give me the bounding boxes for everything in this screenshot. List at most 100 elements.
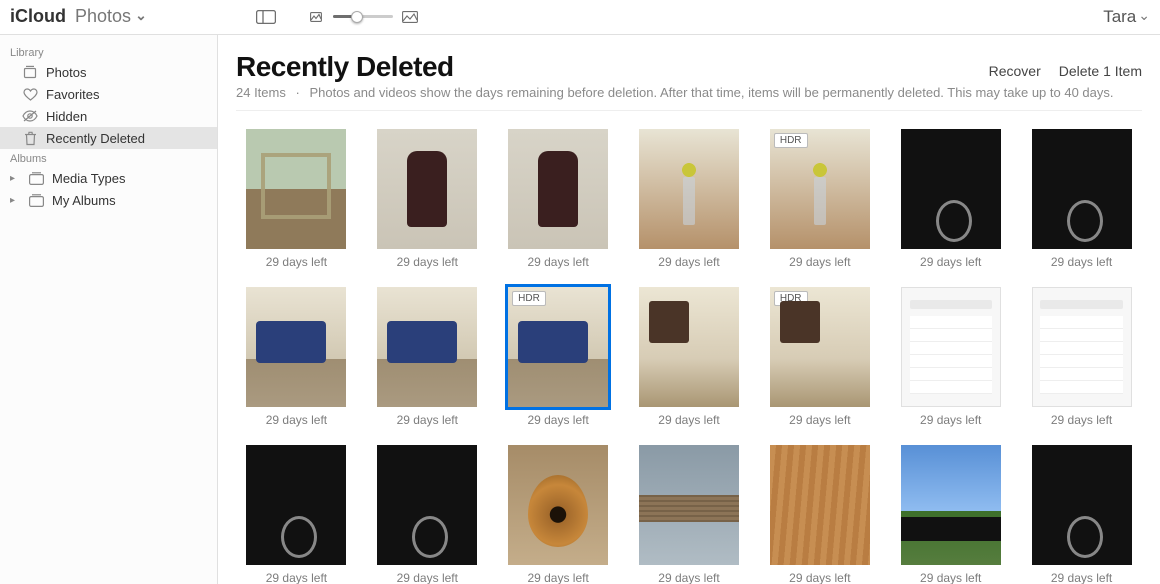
photo-cell: 29 days left [246,287,347,427]
photo-thumbnail[interactable] [246,445,346,565]
photo-thumbnail[interactable] [1032,129,1132,249]
disclosure-triangle-icon[interactable]: ▸ [10,173,20,184]
sidebar-item-label: My Albums [52,193,116,208]
delete-button[interactable]: Delete 1 Item [1059,63,1142,79]
photo-stack-icon [22,64,38,80]
sidebar-item-label: Hidden [46,109,87,124]
app-title-menu[interactable]: iCloud Photos [10,6,147,27]
sidebar-item-photos[interactable]: Photos [0,61,217,83]
photo-thumbnail[interactable] [508,445,608,565]
days-left-label: 29 days left [1051,571,1112,584]
photo-cell: 29 days left [1031,445,1132,584]
days-left-label: 29 days left [920,255,981,269]
sidebar-item-recently-deleted[interactable]: Recently Deleted [0,127,217,149]
recover-button[interactable]: Recover [989,63,1041,79]
photo-cell: 29 days left [639,129,740,269]
albums-icon [28,192,44,208]
user-name: Tara [1103,7,1136,27]
days-left-label: 29 days left [266,255,327,269]
thumbnail-size-slider[interactable] [305,9,421,25]
photo-thumbnail[interactable] [901,287,1001,407]
days-left-label: 29 days left [1051,413,1112,427]
topbar: iCloud Photos Tara [0,0,1160,34]
hdr-badge: HDR [512,291,546,306]
sidebar-item-my-albums[interactable]: ▸ My Albums [0,189,217,211]
disclosure-triangle-icon[interactable]: ▸ [10,195,20,206]
photo-cell: HDR 29 days left [769,287,870,427]
photo-thumbnail[interactable]: HDR [770,287,870,407]
days-left-label: 29 days left [527,571,588,584]
page-title: Recently Deleted [236,51,454,83]
item-count: 24 Items [236,85,286,100]
subtitle-text: Photos and videos show the days remainin… [309,85,1113,100]
photo-thumbnail[interactable] [1032,445,1132,565]
sidebar-item-hidden[interactable]: Hidden [0,105,217,127]
days-left-label: 29 days left [266,571,327,584]
photo-thumbnail[interactable] [639,287,739,407]
sidebar-item-label: Media Types [52,171,125,186]
toggle-sidebar-button[interactable] [255,9,277,25]
sidebar-item-media-types[interactable]: ▸ Media Types [0,167,217,189]
photo-thumbnail[interactable] [639,445,739,565]
chevron-down-icon [1136,7,1150,27]
photo-thumbnail[interactable] [377,445,477,565]
days-left-label: 29 days left [789,571,850,584]
photo-thumbnail[interactable] [901,129,1001,249]
photo-cell: 29 days left [1031,129,1132,269]
app-name: iCloud [10,6,66,27]
days-left-label: 29 days left [266,413,327,427]
days-left-label: 29 days left [789,413,850,427]
photo-cell: 29 days left [900,129,1001,269]
photo-thumbnail[interactable]: HDR [508,287,608,407]
sidebar-item-label: Recently Deleted [46,131,145,146]
eye-slash-icon [22,108,38,124]
days-left-label: 29 days left [397,413,458,427]
sidebar-section-title: Library [0,43,217,61]
photo-cell: 29 days left [639,445,740,584]
sidebar-section-title: Albums [0,149,217,167]
photo-cell: HDR 29 days left [769,129,870,269]
days-left-label: 29 days left [1051,255,1112,269]
days-left-label: 29 days left [397,571,458,584]
days-left-label: 29 days left [658,413,719,427]
photo-thumbnail[interactable] [508,129,608,249]
slider-track[interactable] [333,15,393,18]
days-left-label: 29 days left [658,571,719,584]
photo-thumbnail[interactable] [901,445,1001,565]
photo-cell: 29 days left [246,445,347,584]
sidebar: LibraryPhotos Favorites Hidden Recently Del… [0,35,218,584]
app-section-name: Photos [75,6,131,27]
photo-thumbnail[interactable] [377,129,477,249]
hdr-badge: HDR [774,291,808,306]
days-left-label: 29 days left [920,571,981,584]
days-left-label: 29 days left [658,255,719,269]
large-thumb-icon [399,9,421,25]
content-subtitle: 24 Items · Photos and videos show the da… [236,85,1142,111]
photo-cell: 29 days left [377,287,478,427]
sidebar-item-label: Favorites [46,87,99,102]
content-header: Recently Deleted Recover Delete 1 Item [236,51,1142,83]
photo-thumbnail[interactable]: HDR [770,129,870,249]
photo-cell: 29 days left [508,129,609,269]
photo-thumbnail[interactable] [1032,287,1132,407]
small-thumb-icon [305,9,327,25]
slider-handle[interactable] [351,11,363,23]
photo-thumbnail[interactable] [770,445,870,565]
photo-cell: 29 days left [377,445,478,584]
heart-icon [22,86,38,102]
photo-cell: 29 days left [246,129,347,269]
photo-thumbnail[interactable] [377,287,477,407]
days-left-label: 29 days left [789,255,850,269]
user-menu[interactable]: Tara [1103,7,1150,27]
content: Recently Deleted Recover Delete 1 Item 2… [218,35,1160,584]
sidebar-item-favorites[interactable]: Favorites [0,83,217,105]
photo-thumbnail[interactable] [246,287,346,407]
days-left-label: 29 days left [527,255,588,269]
photo-thumbnail[interactable] [639,129,739,249]
photo-cell: 29 days left [508,445,609,584]
photo-cell: 29 days left [769,445,870,584]
trash-icon [22,130,38,146]
photo-thumbnail[interactable] [246,129,346,249]
hdr-badge: HDR [774,133,808,148]
chevron-down-icon [133,6,147,27]
